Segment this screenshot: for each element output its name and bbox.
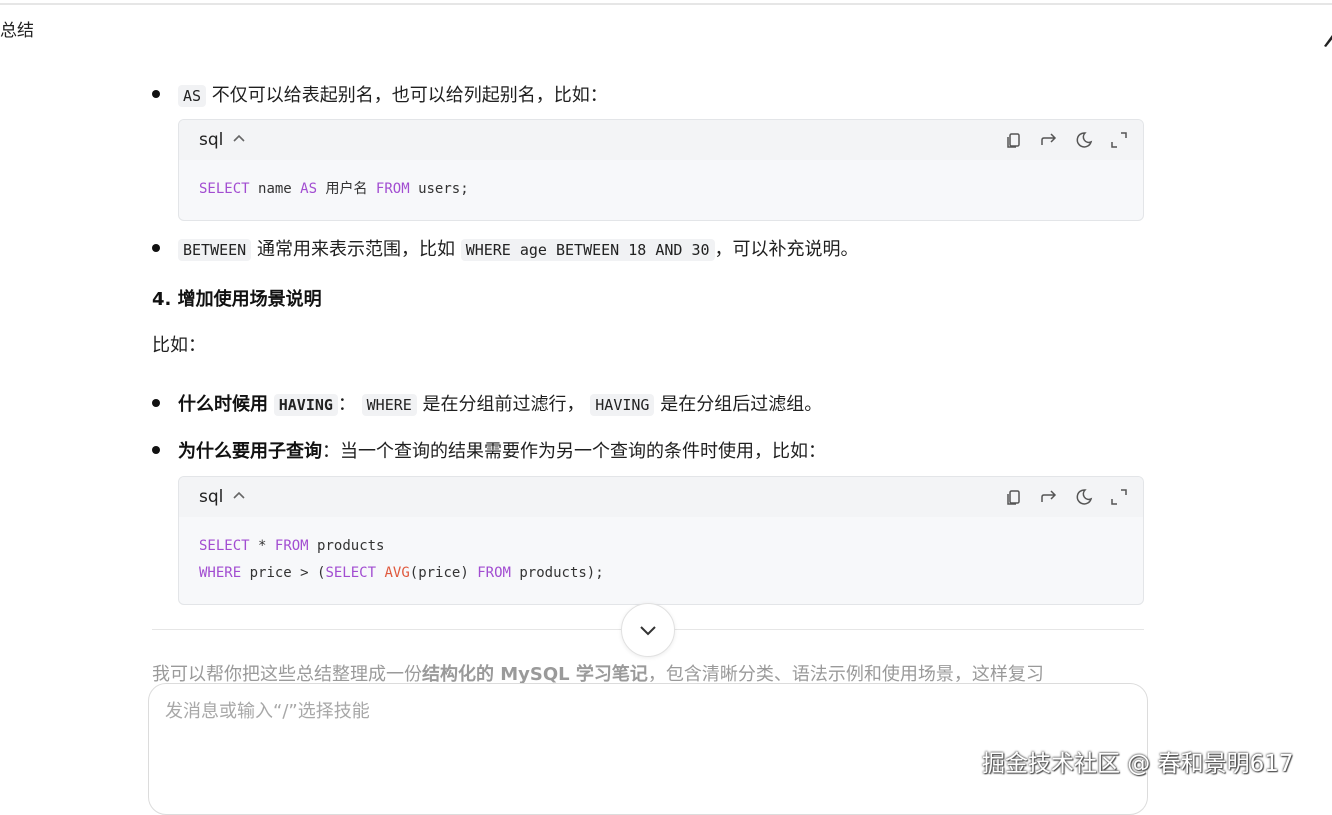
watermark: 掘金技术社区 @ 春和景明617 (982, 751, 1294, 777)
copy-icon[interactable] (1004, 487, 1024, 507)
pen-icon[interactable] (1322, 32, 1332, 48)
inline-code: BETWEEN (178, 239, 252, 261)
code-language-label: sql (199, 130, 224, 150)
top-divider (0, 3, 1332, 5)
intro-text: 比如： (152, 335, 206, 356)
having-note: 什么时候用 HAVING： WHERE 是在分组前过滤行， HAVING 是在分… (178, 394, 823, 416)
chevron-up-icon[interactable] (232, 132, 246, 146)
code-block: sql SELECT * FROM products WHERE price >… (178, 476, 1144, 605)
chevron-down-icon (640, 626, 656, 636)
inline-code: WHERE (361, 394, 417, 416)
subquery-note: 为什么要用子查询：当一个查询的结果需要作为另一个查询的条件时使用，比如： (178, 441, 826, 462)
scroll-down-button[interactable] (621, 603, 675, 657)
share-icon[interactable] (1039, 130, 1059, 150)
theme-icon[interactable] (1074, 487, 1094, 507)
inline-code: HAVING (590, 394, 655, 416)
code-content: SELECT * FROM products WHERE price > (SE… (199, 538, 604, 581)
code-block-header: sql (179, 120, 1143, 160)
code-language-label: sql (199, 487, 224, 507)
inline-code: AS (178, 85, 207, 107)
as-note: AS 不仅可以给表起别名，也可以给列起别名，比如： (178, 81, 608, 107)
share-icon[interactable] (1039, 487, 1059, 507)
bullet (152, 399, 160, 407)
between-note: BETWEEN 通常用来表示范围，比如 WHERE age BETWEEN 18… (178, 235, 859, 261)
section-heading: 4. 增加使用场景说明 (152, 289, 322, 310)
code-block-header: sql (179, 477, 1143, 517)
chevron-up-icon[interactable] (232, 489, 246, 503)
code-content: SELECT name AS 用户名 FROM users; (199, 181, 469, 197)
theme-icon[interactable] (1074, 130, 1094, 150)
bullet (152, 244, 160, 252)
copy-icon[interactable] (1004, 130, 1024, 150)
code-block: sql SELECT name AS 用户名 FROM users; (178, 119, 1144, 221)
expand-icon[interactable] (1109, 487, 1129, 507)
inline-code: HAVING (273, 394, 338, 416)
bullet (152, 90, 160, 98)
inline-code: WHERE age BETWEEN 18 AND 30 (460, 239, 715, 261)
expand-icon[interactable] (1109, 130, 1129, 150)
page-title-fragment: 总结 (0, 21, 34, 41)
message-input[interactable] (163, 700, 1067, 723)
bullet (152, 446, 160, 454)
